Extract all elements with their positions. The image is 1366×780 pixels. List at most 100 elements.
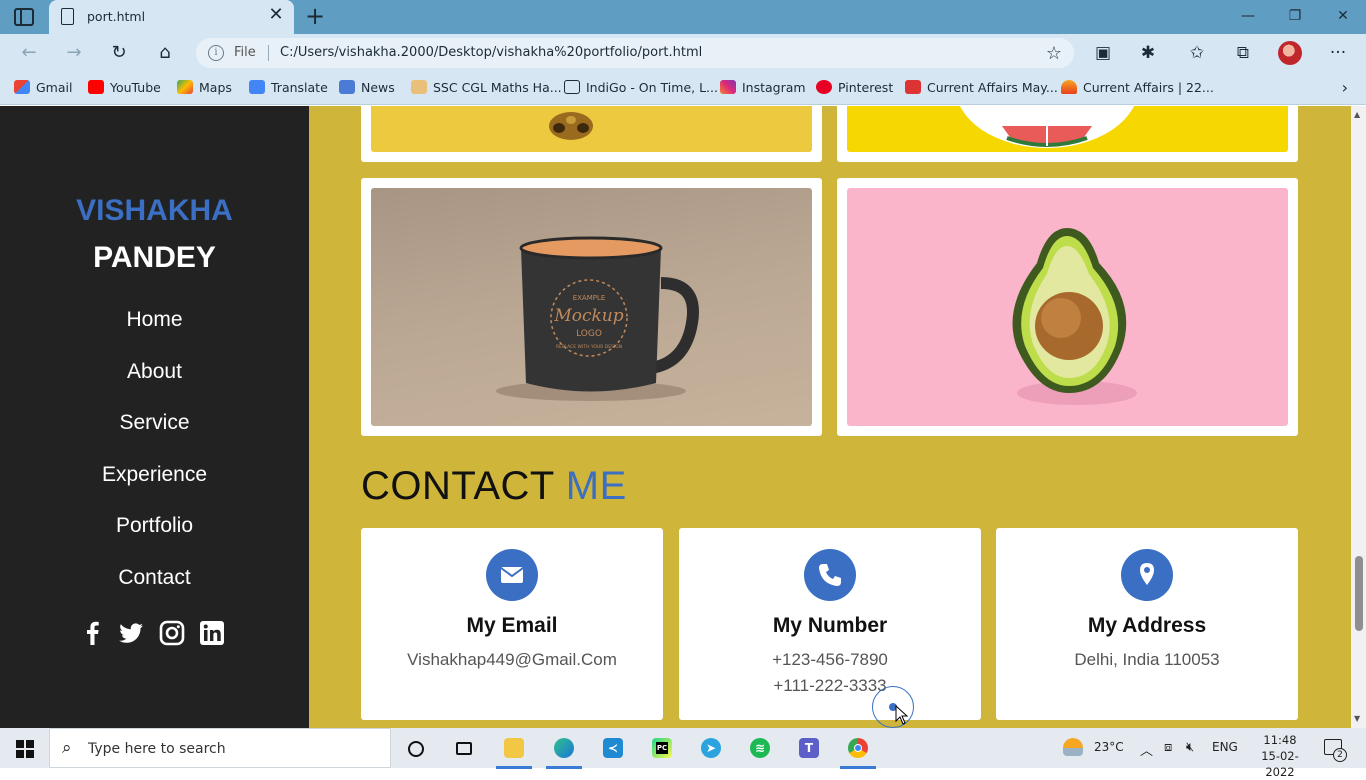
more-menu-icon[interactable]: ··· bbox=[1326, 42, 1350, 64]
chevron-right-icon[interactable]: › bbox=[1342, 78, 1348, 97]
mug-print-line: EXAMPLE bbox=[573, 294, 606, 302]
bookmark-current-affairs-may[interactable]: Current Affairs May... bbox=[905, 79, 1058, 97]
telegram-icon[interactable]: ➤ bbox=[693, 733, 729, 765]
contact-email-value[interactable]: Vishakhap449@Gmail.Com bbox=[361, 650, 663, 670]
nav-experience[interactable]: Experience bbox=[0, 463, 309, 487]
instagram-icon bbox=[720, 80, 736, 94]
portfolio-card[interactable]: EXAMPLE Mockup LOGO REPLACE WITH YOUR DE… bbox=[361, 178, 822, 436]
file-explorer-icon[interactable] bbox=[496, 733, 532, 769]
bookmark-pinterest[interactable]: Pinterest bbox=[816, 79, 893, 97]
nav-service[interactable]: Service bbox=[0, 411, 309, 435]
nav-contact[interactable]: Contact bbox=[0, 566, 309, 590]
network-icon[interactable]: ⧈ bbox=[1164, 740, 1172, 755]
facebook-icon[interactable] bbox=[79, 619, 107, 647]
page-scrollbar[interactable]: ▲ ▼ bbox=[1351, 106, 1366, 728]
extensions-icon[interactable]: ✱ bbox=[1136, 42, 1160, 64]
portfolio-card[interactable] bbox=[837, 178, 1298, 436]
maps-icon bbox=[177, 80, 193, 94]
youtube-icon bbox=[88, 80, 104, 94]
brand-first-name: VISHAKHA bbox=[76, 194, 233, 227]
vscode-icon[interactable]: ≺ bbox=[595, 733, 631, 765]
scroll-down-icon[interactable]: ▼ bbox=[1354, 714, 1360, 723]
portfolio-card[interactable] bbox=[837, 106, 1298, 162]
contact-card-title: My Email bbox=[466, 614, 558, 637]
browser-tab[interactable]: port.html ✕ bbox=[49, 0, 294, 34]
back-button[interactable]: ← bbox=[16, 41, 42, 65]
contact-title-accent: ME bbox=[565, 464, 627, 508]
language-indicator[interactable]: ENG bbox=[1212, 740, 1238, 754]
spotify-icon[interactable]: ≋ bbox=[742, 733, 778, 765]
refresh-button[interactable]: ↻ bbox=[106, 41, 132, 65]
page-viewport: VISHAKHA PANDEY Home About Service Exper… bbox=[0, 106, 1366, 728]
browser-tab-bar: port.html ✕ + — ❐ ✕ bbox=[0, 0, 1366, 34]
task-view-icon[interactable] bbox=[446, 733, 482, 765]
bookmark-indigo[interactable]: IndiGo - On Time, L... bbox=[564, 79, 718, 97]
minimize-button[interactable]: — bbox=[1233, 5, 1263, 27]
main-content: EXAMPLE Mockup LOGO REPLACE WITH YOUR DE… bbox=[309, 106, 1351, 728]
address-toolbar: ← → ↻ ⌂ i File C:/Users/vishakha.2000/De… bbox=[0, 34, 1366, 72]
linkedin-icon[interactable] bbox=[198, 619, 226, 647]
scrollbar-thumb[interactable] bbox=[1355, 556, 1363, 631]
close-tab-icon[interactable]: ✕ bbox=[266, 5, 286, 25]
chevron-up-icon[interactable]: ︿ bbox=[1140, 740, 1153, 759]
bookmark-youtube[interactable]: YouTube bbox=[88, 79, 161, 97]
weather-icon[interactable] bbox=[1063, 738, 1083, 756]
url-text[interactable]: C:/Users/vishakha.2000/Desktop/vishakha%… bbox=[280, 45, 702, 60]
close-window-button[interactable]: ✕ bbox=[1328, 5, 1358, 27]
search-icon: ⌕ bbox=[62, 738, 72, 758]
mug-print-line: REPLACE WITH YOUR DESIGN bbox=[556, 344, 622, 350]
screen-capture-icon[interactable]: ▣ bbox=[1091, 42, 1115, 64]
tab-actions-icon[interactable] bbox=[14, 8, 34, 26]
temperature-label[interactable]: 23°C bbox=[1094, 740, 1124, 754]
teams-icon[interactable]: T bbox=[791, 733, 827, 765]
twitter-icon[interactable] bbox=[117, 619, 145, 647]
bookmark-gmail[interactable]: Gmail bbox=[14, 79, 72, 97]
contact-phone-value[interactable]: +111-222-3333 bbox=[679, 676, 981, 696]
mug-print-line: Mockup bbox=[553, 306, 623, 326]
info-icon[interactable]: i bbox=[208, 45, 224, 61]
bookmark-current-affairs-22[interactable]: Current Affairs | 22... bbox=[1061, 79, 1214, 97]
contact-title-main: CONTACT bbox=[361, 464, 555, 508]
clock-time: 11:48 bbox=[1263, 733, 1297, 747]
favorites-icon[interactable]: ✩ bbox=[1185, 42, 1209, 64]
ssc-icon bbox=[411, 80, 427, 94]
contact-card-email: My Email Vishakhap449@Gmail.Com bbox=[361, 528, 663, 720]
edge-icon[interactable] bbox=[546, 733, 582, 769]
bookmark-ssc[interactable]: SSC CGL Maths Ha... bbox=[411, 79, 562, 97]
restore-button[interactable]: ❐ bbox=[1280, 5, 1310, 27]
envelope-icon bbox=[486, 549, 538, 601]
nav-portfolio[interactable]: Portfolio bbox=[0, 514, 309, 538]
address-field[interactable]: i File C:/Users/vishakha.2000/Desktop/vi… bbox=[196, 38, 1074, 68]
taskbar-search[interactable]: ⌕ Type here to search bbox=[49, 728, 391, 768]
brand-last-name: PANDEY bbox=[93, 241, 216, 274]
chrome-icon[interactable] bbox=[840, 733, 876, 769]
collections-icon[interactable]: ⧉ bbox=[1231, 42, 1255, 64]
system-clock[interactable]: 11:48 15-02-2022 bbox=[1250, 732, 1310, 780]
cortana-icon[interactable] bbox=[398, 733, 434, 765]
bookmark-translate[interactable]: Translate bbox=[249, 79, 328, 97]
windows-start-icon[interactable] bbox=[16, 740, 34, 758]
scroll-up-icon[interactable]: ▲ bbox=[1354, 110, 1360, 119]
add-favorite-icon[interactable]: ☆ bbox=[1046, 43, 1062, 64]
instagram-icon[interactable] bbox=[158, 619, 186, 647]
bookmark-news[interactable]: News bbox=[339, 79, 395, 97]
volume-muted-icon[interactable]: 🔇︎ bbox=[1186, 740, 1194, 755]
nav-home[interactable]: Home bbox=[0, 308, 309, 332]
profile-avatar[interactable] bbox=[1278, 41, 1302, 65]
portfolio-card[interactable] bbox=[361, 106, 822, 162]
map-marker-icon bbox=[1121, 549, 1173, 601]
current-affairs-icon bbox=[1061, 80, 1077, 94]
home-button[interactable]: ⌂ bbox=[152, 41, 178, 65]
gmail-icon bbox=[14, 80, 30, 94]
search-placeholder: Type here to search bbox=[88, 741, 226, 757]
contact-phone-value[interactable]: +123-456-7890 bbox=[679, 650, 981, 670]
bookmark-maps[interactable]: Maps bbox=[177, 79, 232, 97]
pineapple-image bbox=[371, 106, 812, 152]
current-affairs-icon bbox=[905, 80, 921, 94]
forward-button[interactable]: → bbox=[61, 41, 87, 65]
bookmark-instagram[interactable]: Instagram bbox=[720, 79, 806, 97]
pycharm-icon[interactable]: PC bbox=[644, 733, 680, 765]
new-tab-button[interactable]: + bbox=[303, 3, 327, 29]
nav-about[interactable]: About bbox=[0, 360, 309, 384]
mug-print-line: LOGO bbox=[576, 329, 602, 339]
